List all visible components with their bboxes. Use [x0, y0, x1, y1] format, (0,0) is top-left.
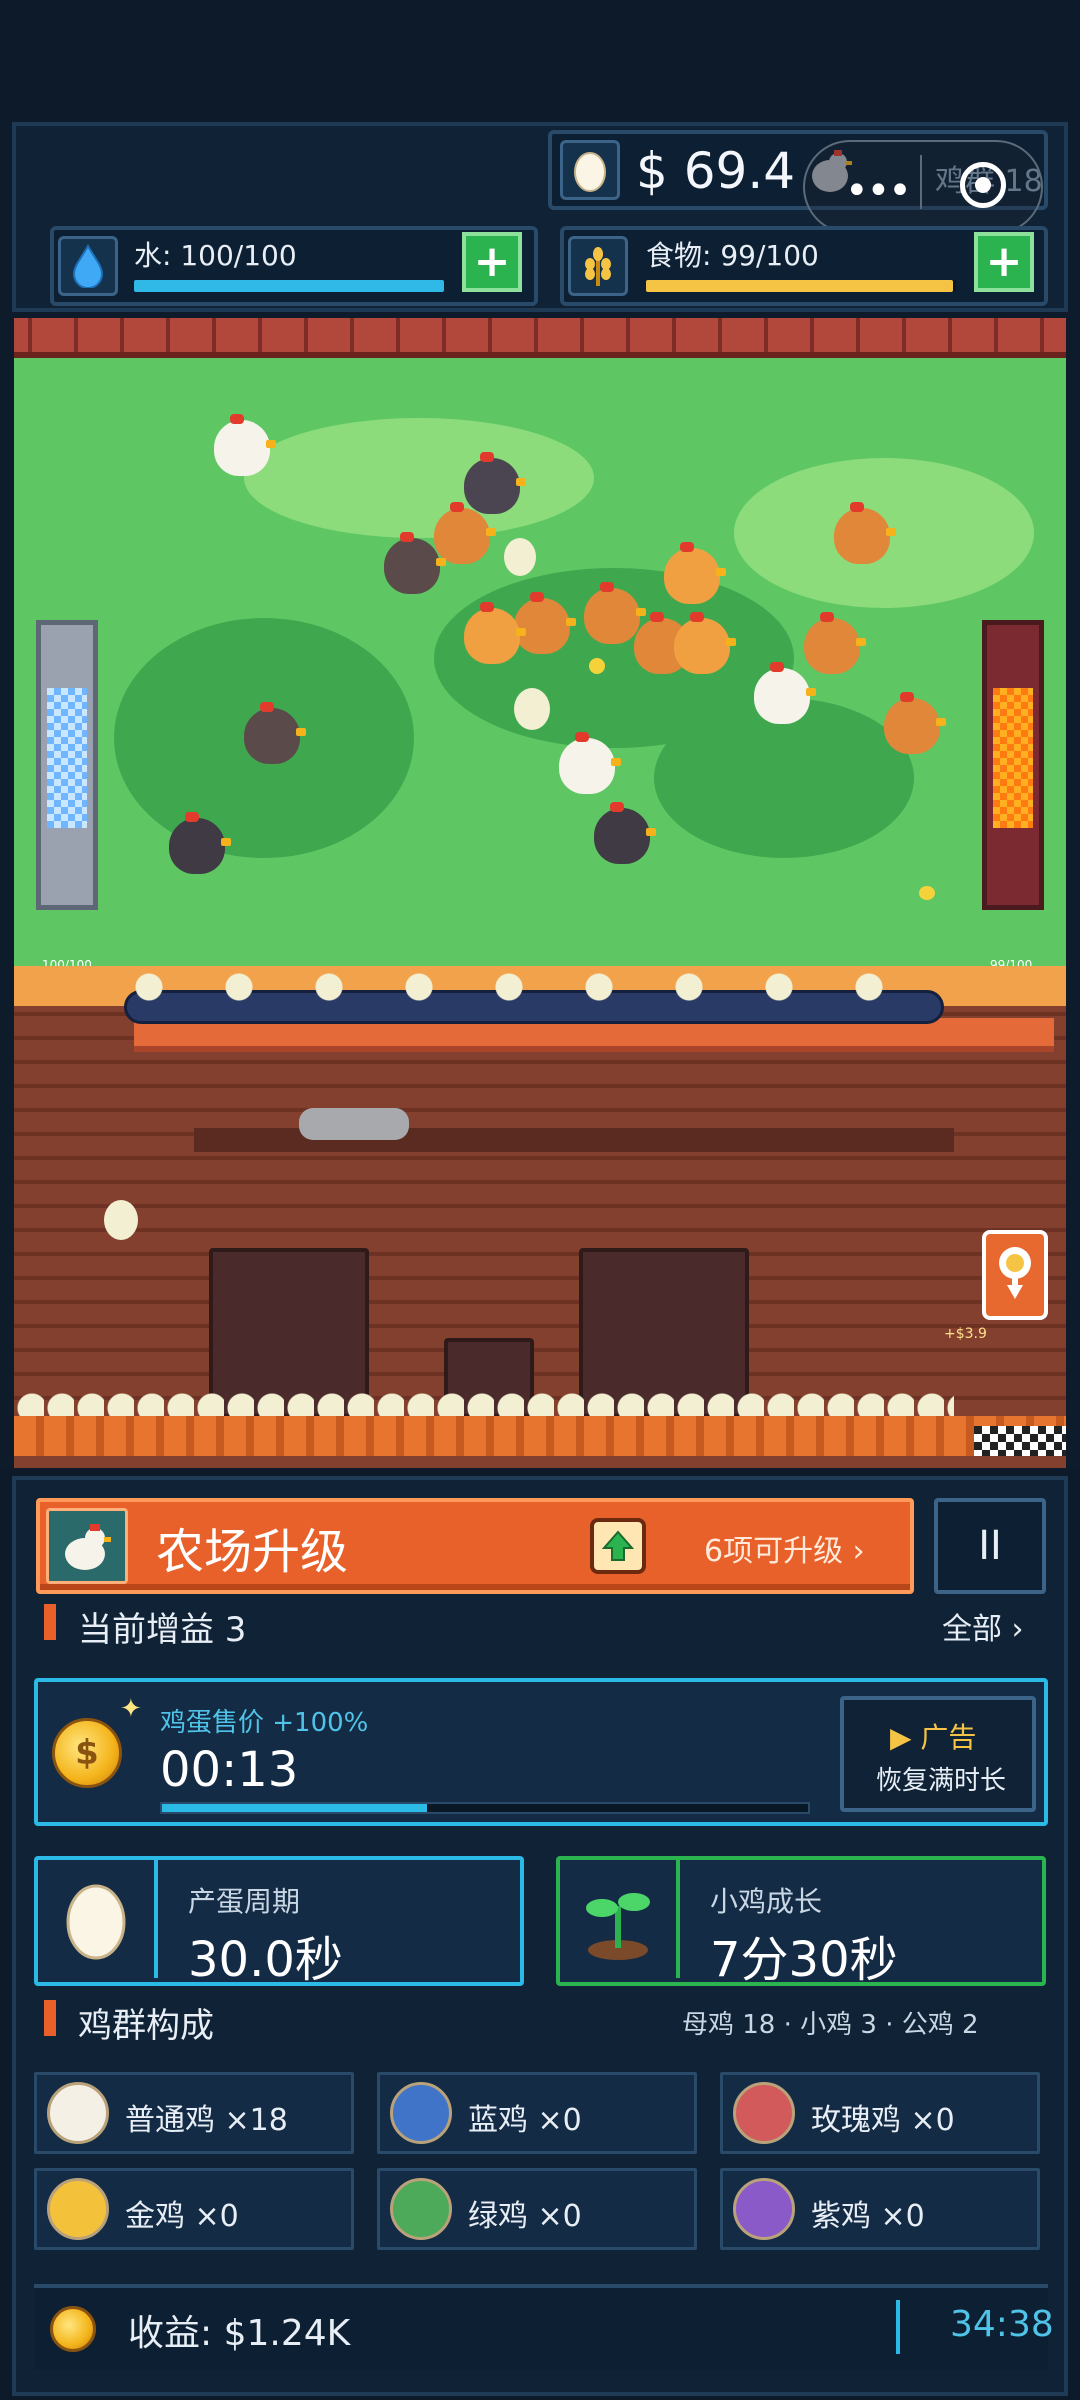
- cat[interactable]: [299, 1108, 409, 1140]
- chicken[interactable]: [834, 502, 896, 564]
- upgrade-count: 6项可升级 ›: [704, 1534, 865, 1569]
- boosts-title: 当前增益 3: [78, 1610, 247, 1650]
- section-marker: [44, 2000, 56, 2036]
- chicken[interactable]: [169, 812, 231, 874]
- eggs-on-conveyor: [134, 972, 894, 1002]
- wheat-icon: [568, 236, 628, 296]
- food-bar-fill: [646, 280, 953, 292]
- chicken[interactable]: [434, 502, 496, 564]
- chicken-icon: [733, 2082, 795, 2144]
- chicken[interactable]: [754, 662, 816, 724]
- egg[interactable]: [104, 1200, 138, 1240]
- chicken[interactable]: [559, 732, 621, 794]
- flock-type-label: 蓝鸡 ×0: [468, 2103, 582, 2138]
- fence: [14, 318, 1066, 358]
- chick[interactable]: [919, 886, 935, 900]
- chicken[interactable]: [674, 612, 736, 674]
- food-bar-track: [646, 280, 956, 292]
- flock-type-common[interactable]: 普通鸡 ×18: [34, 2072, 354, 2154]
- flock-type-gold[interactable]: 金鸡 ×0: [34, 2168, 354, 2250]
- egg-icon: [560, 140, 620, 200]
- flock-type-label: 普通鸡 ×18: [125, 2103, 288, 2138]
- egg-cycle-value: 30.0秒: [188, 1932, 343, 1988]
- chicken-icon: [733, 2178, 795, 2240]
- water-bar-fill: [134, 280, 444, 292]
- boosts-all-link[interactable]: 全部 ›: [942, 1604, 1024, 1648]
- session-timer: 34:38: [950, 2304, 1054, 2345]
- watch-ad-title: ▶ 广告: [890, 1721, 977, 1754]
- flock-type-green[interactable]: 绿鸡 ×0: [377, 2168, 697, 2250]
- sprout-icon: [560, 1860, 680, 1978]
- flock-type-label: 绿鸡 ×0: [468, 2199, 582, 2234]
- rooster[interactable]: [384, 532, 446, 594]
- chicken[interactable]: [214, 414, 276, 476]
- flock-title: 鸡群构成: [78, 2006, 214, 2046]
- chick-growth-card: 小鸡成长 7分30秒: [556, 1856, 1046, 1988]
- egg-cycle-label: 产蛋周期: [188, 1885, 301, 1918]
- flock-summary: 母鸡 18 · 小鸡 3 · 公鸡 2: [682, 2010, 979, 2040]
- chick-growth-label: 小鸡成长: [710, 1885, 823, 1918]
- grass-patch: [244, 418, 594, 538]
- mini-program-capsule[interactable]: [803, 140, 1043, 234]
- chicken-icon: [47, 2082, 109, 2144]
- gain-popup: +$3.9: [944, 1326, 987, 1342]
- chick[interactable]: [589, 658, 605, 674]
- flock-type-rose[interactable]: 玫瑰鸡 ×0: [720, 2072, 1040, 2154]
- chicken[interactable]: [514, 592, 576, 654]
- more-icon[interactable]: •••: [845, 168, 912, 214]
- flock-type-blue[interactable]: 蓝鸡 ×0: [377, 2072, 697, 2154]
- chicken[interactable]: [464, 602, 526, 664]
- finish-flag: [974, 1426, 1066, 1456]
- chick-growth-value: 7分30秒: [710, 1932, 898, 1988]
- chicken[interactable]: [464, 452, 526, 514]
- water-label: 水: 100/100: [134, 239, 297, 272]
- chicken-icon: [390, 2178, 452, 2240]
- chicken[interactable]: [584, 582, 646, 644]
- water-tank-fill: [47, 688, 87, 828]
- sell-eggs-button[interactable]: [982, 1230, 1048, 1320]
- capsule-divider: [920, 155, 922, 209]
- add-food-button[interactable]: +: [974, 232, 1034, 292]
- coin-icon: $: [52, 1718, 122, 1788]
- watch-ad-subtitle: 恢复满时长: [876, 1766, 1007, 1796]
- egg[interactable]: [504, 538, 536, 576]
- add-water-button[interactable]: +: [462, 232, 522, 292]
- close-icon[interactable]: [960, 162, 1006, 208]
- egg-icon: [38, 1860, 158, 1978]
- chicken[interactable]: [594, 802, 656, 864]
- egg-price-boost-timer: 00:13: [160, 1742, 299, 1798]
- chicken[interactable]: [664, 542, 726, 604]
- pause-button[interactable]: II: [934, 1498, 1046, 1594]
- coin-icon: [50, 2306, 96, 2352]
- sparkle-icon: ✦: [120, 1694, 142, 1724]
- section-marker: [44, 1604, 56, 1640]
- food-label: 食物: 99/100: [646, 239, 819, 272]
- egg-cycle-card: 产蛋周期 30.0秒: [34, 1856, 524, 1988]
- lower-conveyor: [14, 1416, 1066, 1456]
- chicken[interactable]: [884, 692, 946, 754]
- egg[interactable]: [514, 688, 550, 730]
- upgrade-arrow-icon: [590, 1518, 646, 1574]
- chicken[interactable]: [804, 612, 866, 674]
- status-bar: [0, 0, 1080, 120]
- egg-price-boost-label: 鸡蛋售价 +100%: [160, 1708, 369, 1738]
- food-trough-fill: [993, 688, 1033, 828]
- income-divider: [896, 2300, 900, 2354]
- flock-type-label: 紫鸡 ×0: [811, 2199, 925, 2234]
- rooster[interactable]: [244, 702, 306, 764]
- income-value: 收益: $1.24K: [128, 2313, 351, 2354]
- boost-progress-fill: [162, 1804, 427, 1812]
- flock-type-label: 金鸡 ×0: [125, 2199, 239, 2234]
- money-value: $ 69.4: [636, 142, 796, 200]
- chicken-icon: [47, 2178, 109, 2240]
- water-bar-track: [134, 280, 444, 292]
- flock-type-purple[interactable]: 紫鸡 ×0: [720, 2168, 1040, 2250]
- farm-upgrade-title: 农场升级: [156, 1524, 349, 1580]
- chicken-icon: [46, 1508, 128, 1584]
- chicken-icon: [390, 2082, 452, 2144]
- water-drop-icon: [58, 236, 118, 296]
- farm-scene[interactable]: 100/100 99/100 +$3.9: [14, 318, 1066, 1468]
- flock-type-label: 玫瑰鸡 ×0: [811, 2103, 955, 2138]
